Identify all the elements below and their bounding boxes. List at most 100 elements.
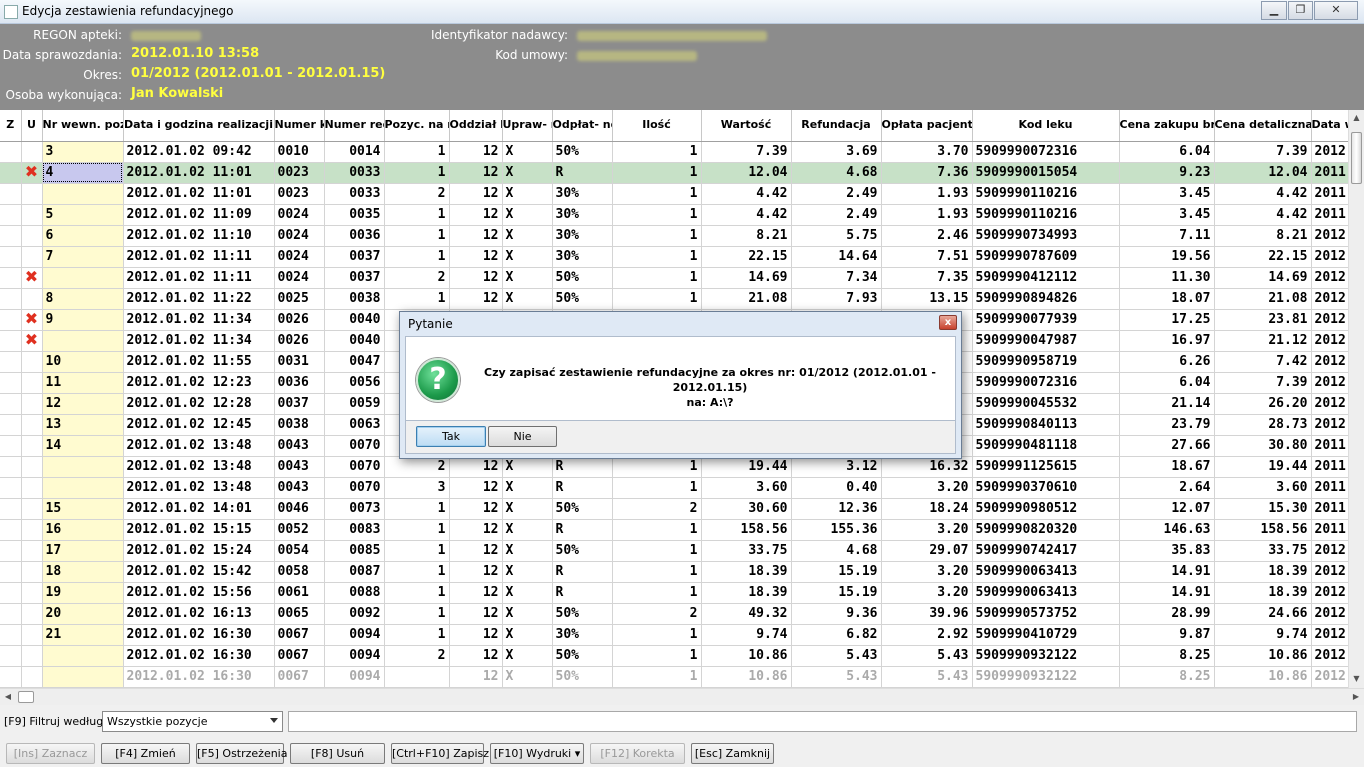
column-header[interactable]: Kod leku — [972, 110, 1120, 142]
scroll-right-icon[interactable]: ▶ — [1348, 689, 1364, 705]
korekta-button[interactable]: [F12] Korekta — [590, 743, 685, 764]
column-header[interactable]: Pozyc. na rec. — [384, 110, 450, 142]
ostrzezenia-button[interactable]: [F5] Ostrzeżenia — [196, 743, 287, 764]
column-header[interactable]: Numer klienta — [274, 110, 325, 142]
value-cell: 19.44 — [701, 456, 792, 478]
table-row[interactable]: 18 2012.01.02 15:42 0058 0087 1 12 X R 1 18.39 15.… — [0, 561, 1348, 583]
recipe-cell: 0088 — [324, 582, 385, 604]
value-cell: 18.39 — [701, 582, 792, 604]
entitlement-cell: X — [502, 162, 553, 184]
nr-cell — [42, 645, 124, 667]
drug-code-cell: 5909990047987 — [972, 330, 1120, 352]
date-cell: 2012 — [1311, 267, 1348, 289]
table-row[interactable]: 20 2012.01.02 16:13 0065 0092 1 12 X 50% 2 49.32 9… — [0, 603, 1348, 625]
filter-select[interactable]: Wszystkie pozycje — [102, 711, 283, 732]
column-header[interactable]: Numer recepty — [324, 110, 385, 142]
nfz-cell: 12 — [449, 204, 503, 226]
table-row[interactable]: 2012.01.02 11:01 0023 0033 2 12 X 30% 1 4.42 2.49… — [0, 183, 1348, 205]
column-header[interactable]: Odpłat- ność — [552, 110, 613, 142]
dialog-close-button[interactable]: x — [939, 315, 957, 330]
recipe-cell: 0059 — [324, 393, 385, 415]
table-row[interactable]: 2012.01.02 13:48 0043 0070 3 12 X R 1 3.60 0.40 3.… — [0, 477, 1348, 499]
column-header[interactable]: Nr wewn. pozycji — [42, 110, 124, 142]
column-header[interactable]: Opłata pacjenta — [881, 110, 973, 142]
table-row[interactable]: 17 2012.01.02 15:24 0054 0085 1 12 X 50% 1 33.75 4… — [0, 540, 1348, 562]
datetime-cell: 2012.01.02 12:23 — [123, 372, 275, 394]
column-header[interactable]: Data i godzina realizacji — [123, 110, 275, 142]
close-button[interactable]: ✕ — [1314, 1, 1358, 20]
table-row[interactable]: 19 2012.01.02 15:56 0061 0088 1 12 X R 1 18.39 15.… — [0, 582, 1348, 604]
filter-input[interactable] — [288, 711, 1357, 732]
zmien-button[interactable]: [F4] Zmień — [101, 743, 190, 764]
table-row[interactable]: 8 2012.01.02 11:22 0025 0038 1 12 X 50% 1 21.08 7.… — [0, 288, 1348, 310]
recipe-cell: 0083 — [324, 519, 385, 541]
nfz-cell: 12 — [449, 183, 503, 205]
patient-fee-cell: 13.15 — [881, 288, 973, 310]
zapisz-button[interactable]: [Ctrl+F10] Zapisz — [391, 743, 489, 764]
u-cell — [21, 372, 43, 394]
okres-value: 01/2012 (2012.01.01 - 2012.01.15) — [131, 66, 386, 81]
quantity-cell: 1 — [612, 645, 702, 667]
payment-cell: 50% — [552, 666, 613, 688]
scroll-down-icon[interactable]: ▼ — [1349, 671, 1364, 687]
patient-fee-cell: 3.20 — [881, 561, 973, 583]
scroll-left-icon[interactable]: ◀ — [0, 689, 16, 705]
dialog-yes-button[interactable]: Tak — [416, 426, 486, 447]
nr-cell — [42, 330, 124, 352]
table-row[interactable]: 2012.01.02 13:48 0043 0070 2 12 X R 1 19.44 3.12 1… — [0, 456, 1348, 478]
restore-button[interactable]: ❐ — [1288, 1, 1313, 20]
dialog-no-button[interactable]: Nie — [488, 426, 557, 447]
table-row[interactable]: ✖ 4 2012.01.02 11:01 0023 0033 1 12 X R 1 12.04 4.6… — [0, 162, 1348, 184]
entitlement-cell: X — [502, 540, 553, 562]
retail-price-cell: 158.56 — [1214, 519, 1312, 541]
usun-button[interactable]: [F8] Usuń — [290, 743, 385, 764]
scroll-up-icon[interactable]: ▲ — [1349, 110, 1364, 126]
purchase-price-cell: 8.25 — [1119, 666, 1215, 688]
minimize-button[interactable]: ▁ — [1261, 1, 1287, 20]
value-cell: 3.60 — [701, 477, 792, 499]
value-cell: 18.39 — [701, 561, 792, 583]
payment-cell: 50% — [552, 645, 613, 667]
column-header[interactable]: Data w — [1311, 110, 1348, 142]
wydruki-button[interactable]: [F10] Wydruki ▾ — [490, 743, 584, 764]
recipe-cell: 0040 — [324, 309, 385, 331]
horizontal-scroll-thumb[interactable] — [18, 691, 34, 703]
nr-cell: 9 — [42, 309, 124, 331]
table-row[interactable]: 15 2012.01.02 14:01 0046 0073 1 12 X 50% 2 30.60 1… — [0, 498, 1348, 520]
column-header[interactable]: Ilość — [612, 110, 702, 142]
column-header[interactable]: Upraw- nienie — [502, 110, 553, 142]
column-header[interactable]: Oddział NFZ — [449, 110, 503, 142]
u-cell — [21, 351, 43, 373]
datetime-cell: 2012.01.02 11:10 — [123, 225, 275, 247]
vertical-scrollbar[interactable]: ▲ ▼ — [1348, 110, 1364, 688]
quantity-cell: 1 — [612, 204, 702, 226]
zaznacz-button[interactable]: [Ins] Zaznacz — [6, 743, 95, 764]
column-header[interactable]: Cena zakupu brutto — [1119, 110, 1215, 142]
position-cell: 1 — [384, 141, 450, 163]
quantity-cell: 2 — [612, 603, 702, 625]
drug-code-cell: 5909990077939 — [972, 309, 1120, 331]
column-header[interactable]: Refundacja — [791, 110, 882, 142]
table-row[interactable]: 2012.01.02 16:30 0067 0094 12 X 50% 1 10.86 5.43… — [0, 666, 1348, 688]
column-header[interactable]: U — [21, 110, 43, 142]
vertical-scroll-thumb[interactable] — [1351, 132, 1362, 184]
table-row[interactable]: 5 2012.01.02 11:09 0024 0035 1 12 X 30% 1 4.42 2.4… — [0, 204, 1348, 226]
table-row[interactable]: 16 2012.01.02 15:15 0052 0083 1 12 X R 1 158.56 15… — [0, 519, 1348, 541]
table-row[interactable]: 7 2012.01.02 11:11 0024 0037 1 12 X 30% 1 22.15 14… — [0, 246, 1348, 268]
position-cell: 1 — [384, 624, 450, 646]
horizontal-scrollbar[interactable]: ◀ ▶ — [0, 688, 1364, 705]
table-row[interactable]: 21 2012.01.02 16:30 0067 0094 1 12 X 30% 1 9.74 6.… — [0, 624, 1348, 646]
table-row[interactable]: ✖ 2012.01.02 11:11 0024 0037 2 12 X 50% 1 14.69 7.… — [0, 267, 1348, 289]
table-row[interactable]: 6 2012.01.02 11:10 0024 0036 1 12 X 30% 1 8.21 5.7… — [0, 225, 1348, 247]
table-row[interactable]: 3 2012.01.02 09:42 0010 0014 1 12 X 50% 1 7.39 3.6… — [0, 141, 1348, 163]
drug-code-cell: 5909990573752 — [972, 603, 1120, 625]
column-header[interactable]: Cena detaliczna brutto — [1214, 110, 1312, 142]
column-header[interactable]: Z — [0, 110, 22, 142]
recipe-cell: 0087 — [324, 561, 385, 583]
table-row[interactable]: 2012.01.02 16:30 0067 0094 2 12 X 50% 1 10.86 5.4… — [0, 645, 1348, 667]
datetime-cell: 2012.01.02 11:11 — [123, 267, 275, 289]
payment-cell: R — [552, 519, 613, 541]
u-cell — [21, 603, 43, 625]
zamknij-button[interactable]: [Esc] Zamknij — [691, 743, 774, 764]
column-header[interactable]: Wartość — [701, 110, 792, 142]
